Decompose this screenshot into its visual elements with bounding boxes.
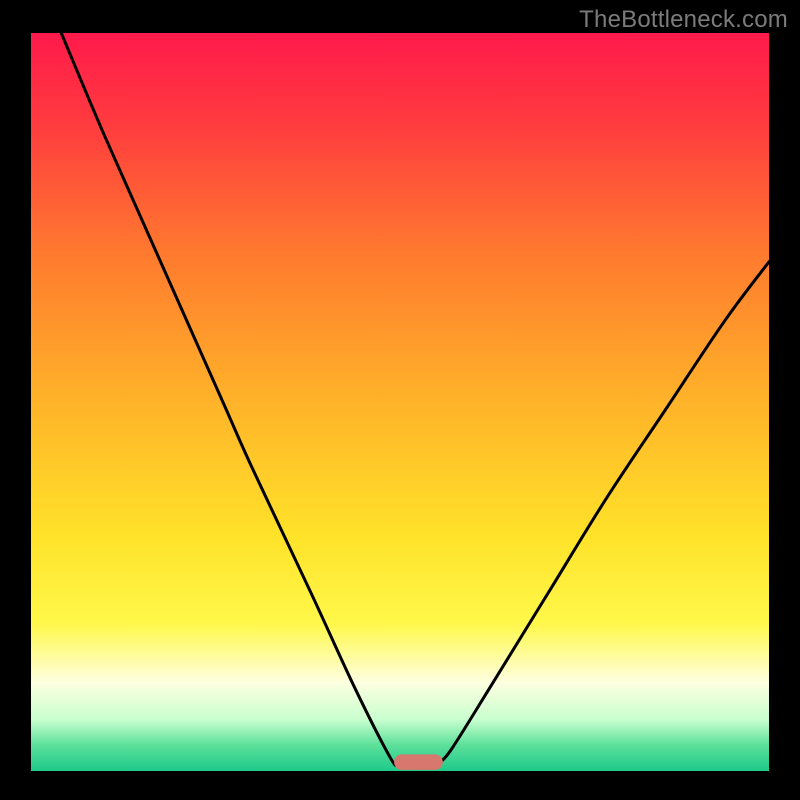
bottleneck-chart	[0, 0, 800, 800]
optimal-band	[394, 754, 443, 769]
gradient-background	[31, 33, 769, 771]
optimal-marker	[394, 754, 443, 769]
chart-frame: TheBottleneck.com	[0, 0, 800, 800]
watermark-label: TheBottleneck.com	[579, 6, 788, 34]
